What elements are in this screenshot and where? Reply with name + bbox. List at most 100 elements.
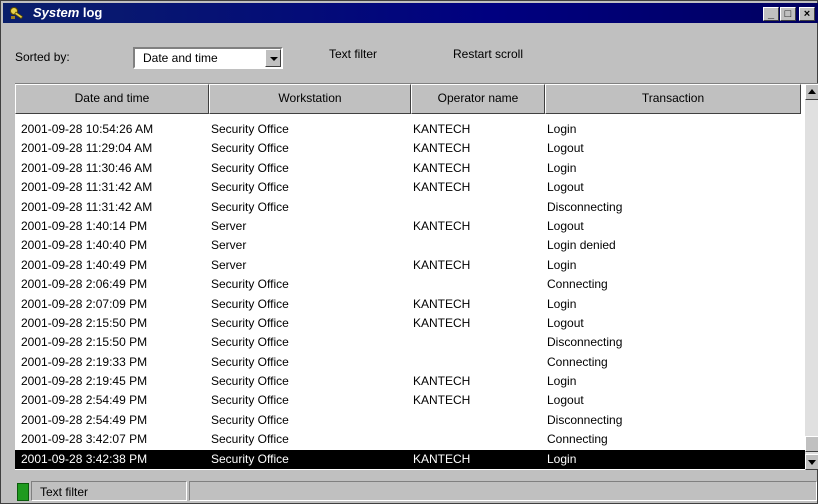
system-log-window: System log _ □ × Sorted by: Date and tim… <box>0 0 818 504</box>
cell-date: 2001-09-28 1:40:40 PM <box>21 238 148 253</box>
table-row[interactable]: 2001-09-28 2:07:09 PM Security Office KANT… <box>15 295 805 314</box>
cell-transaction: Login <box>547 257 577 272</box>
cell-date: 2001-09-28 10:54:26 AM <box>21 122 154 136</box>
table-row[interactable]: 2001-09-28 1:40:40 PM Server Login denied <box>15 236 805 255</box>
cell-date: 2001-09-28 2:15:50 PM <box>21 335 148 350</box>
cell-date: 2001-09-28 2:19:33 PM <box>21 354 148 369</box>
cell-workstation: Security Office <box>211 451 289 466</box>
key-icon <box>10 7 24 20</box>
cell-date: 2001-09-28 3:42:38 PM <box>21 451 148 466</box>
cell-date: 2001-09-28 3:42:07 PM <box>21 432 148 447</box>
table-row[interactable]: 2001-09-28 2:15:50 PM Security Office Disc… <box>15 333 805 352</box>
status-bar: Text filter <box>3 479 817 503</box>
cell-workstation: Security Office <box>211 296 289 311</box>
title-bar[interactable]: System log _ □ × <box>3 3 818 23</box>
table-row[interactable]: 2001-09-28 3:42:07 PM Security Office Conn… <box>15 430 805 449</box>
toolbar: Sorted by: Date and time Text filter Res… <box>3 25 817 83</box>
cell-transaction: Login <box>547 374 577 389</box>
column-header-date[interactable]: Date and time <box>15 84 209 114</box>
table-row[interactable]: 2001-09-28 3:42:38 PM Security Office KANT… <box>15 449 805 470</box>
restart-scroll-button[interactable]: Restart scroll <box>453 47 523 61</box>
cell-transaction: Login <box>547 160 577 175</box>
maximize-button[interactable]: □ <box>780 7 796 21</box>
text-filter-button[interactable]: Text filter <box>329 47 377 61</box>
table-row[interactable]: 2001-09-28 11:30:46 AM Security Office KAN… <box>15 159 805 178</box>
close-button[interactable]: × <box>799 7 815 21</box>
sort-select[interactable]: Date and time <box>133 47 283 69</box>
table-row[interactable]: 2001-09-28 11:31:42 AM Security Office Dis… <box>15 198 805 217</box>
table-row[interactable]: 2001-09-28 2:15:50 PM Security Office KANT… <box>15 314 805 333</box>
cell-date: 2001-09-28 2:06:49 PM <box>21 277 148 292</box>
scroll-thumb[interactable] <box>805 436 818 452</box>
cell-operator: KANTECH <box>413 451 471 466</box>
table-row[interactable]: 2001-09-28 2:54:49 PM Security Office Disc… <box>15 411 805 430</box>
cell-workstation: Security Office <box>211 354 289 369</box>
cell-date: 2001-09-28 11:31:42 AM <box>21 180 153 195</box>
cell-workstation: Security Office <box>211 141 289 156</box>
cell-transaction: Disconnecting <box>547 335 623 350</box>
chevron-down-icon[interactable] <box>265 49 281 67</box>
title-prefix: System <box>33 5 80 20</box>
cell-transaction: Logout <box>547 218 584 233</box>
cell-workstation: Security Office <box>211 412 289 427</box>
sort-select-value: Date and time <box>143 51 218 65</box>
cell-date: 2001-09-28 2:19:45 PM <box>21 374 148 389</box>
status-panel-empty <box>189 481 817 501</box>
cell-transaction: Connecting <box>547 277 608 292</box>
table-row[interactable]: 2001-09-28 11:31:42 AM Security Office KAN… <box>15 178 805 197</box>
cell-date: 2001-09-28 11:29:04 AM <box>21 141 153 156</box>
cell-transaction: Logout <box>547 141 584 156</box>
cell-date: 2001-09-28 2:07:09 PM <box>21 296 148 311</box>
sorted-by-label: Sorted by: <box>15 50 70 64</box>
cell-date: 2001-09-28 11:31:42 AM <box>21 199 153 214</box>
log-rows: 2001-09-28 10:54:26 AM Security Office KAN… <box>15 120 805 470</box>
table-row[interactable]: 2001-09-28 1:40:49 PM Server KANTECH Login <box>15 256 805 275</box>
vertical-scrollbar[interactable] <box>805 84 818 470</box>
arrow-up-icon[interactable] <box>805 84 818 100</box>
cell-workstation: Server <box>211 238 247 253</box>
table-row[interactable]: 2001-09-28 11:29:04 AM Security Office KAN… <box>15 139 805 158</box>
cell-workstation: Security Office <box>211 335 289 350</box>
cell-transaction: Login <box>547 296 577 311</box>
table-row[interactable]: 2001-09-28 2:06:49 PM Security Office Conn… <box>15 275 805 294</box>
cell-transaction: Logout <box>547 180 584 195</box>
cell-transaction: Logout <box>547 393 584 408</box>
arrow-down-icon[interactable] <box>805 454 818 470</box>
status-text-filter: Text filter <box>40 485 89 499</box>
cell-workstation: Security Office <box>211 277 289 292</box>
cell-transaction: Disconnecting <box>547 199 623 214</box>
minimize-button[interactable]: _ <box>763 7 779 21</box>
status-indicator-icon <box>17 483 29 501</box>
cell-date: 2001-09-28 2:54:49 PM <box>21 412 148 427</box>
cell-workstation: Security Office <box>211 393 289 408</box>
cell-workstation: Security Office <box>211 180 289 195</box>
cell-workstation: Server <box>211 257 247 272</box>
table-row[interactable]: 2001-09-28 2:19:45 PM Security Office KANT… <box>15 372 805 391</box>
cell-operator: KANTECH <box>413 315 471 330</box>
cell-workstation: Security Office <box>211 374 289 389</box>
cell-transaction: Login <box>547 122 577 136</box>
window-title: System log <box>33 5 102 20</box>
cell-transaction: Connecting <box>547 432 608 447</box>
cell-date: 2001-09-28 1:40:14 PM <box>21 218 148 233</box>
column-header-transaction[interactable]: Transaction <box>545 84 801 114</box>
cell-date: 2001-09-28 11:30:46 AM <box>21 160 153 175</box>
cell-transaction: Login <box>547 451 577 466</box>
cell-workstation: Security Office <box>211 315 289 330</box>
cell-transaction: Logout <box>547 315 584 330</box>
cell-transaction: Disconnecting <box>547 412 623 427</box>
column-header-workstation[interactable]: Workstation <box>209 84 411 114</box>
column-header-operator[interactable]: Operator name <box>411 84 545 114</box>
title-suffix: log <box>79 5 103 20</box>
table-row[interactable]: 2001-09-28 2:19:33 PM Security Office Conn… <box>15 353 805 372</box>
table-row[interactable]: 2001-09-28 10:54:26 AM Security Office KAN… <box>15 120 805 139</box>
cell-operator: KANTECH <box>413 257 471 272</box>
table-row[interactable]: 2001-09-28 1:40:14 PM Server KANTECH Logout <box>15 217 805 236</box>
table-row[interactable]: 2001-09-28 2:54:49 PM Security Office KANT… <box>15 391 805 410</box>
cell-date: 2001-09-28 2:15:50 PM <box>21 315 148 330</box>
cell-workstation: Server <box>211 218 247 233</box>
cell-operator: KANTECH <box>413 218 471 233</box>
cell-workstation: Security Office <box>211 432 289 447</box>
cell-workstation: Security Office <box>211 122 289 136</box>
log-table: Date and time Workstation Operator name … <box>15 83 818 470</box>
